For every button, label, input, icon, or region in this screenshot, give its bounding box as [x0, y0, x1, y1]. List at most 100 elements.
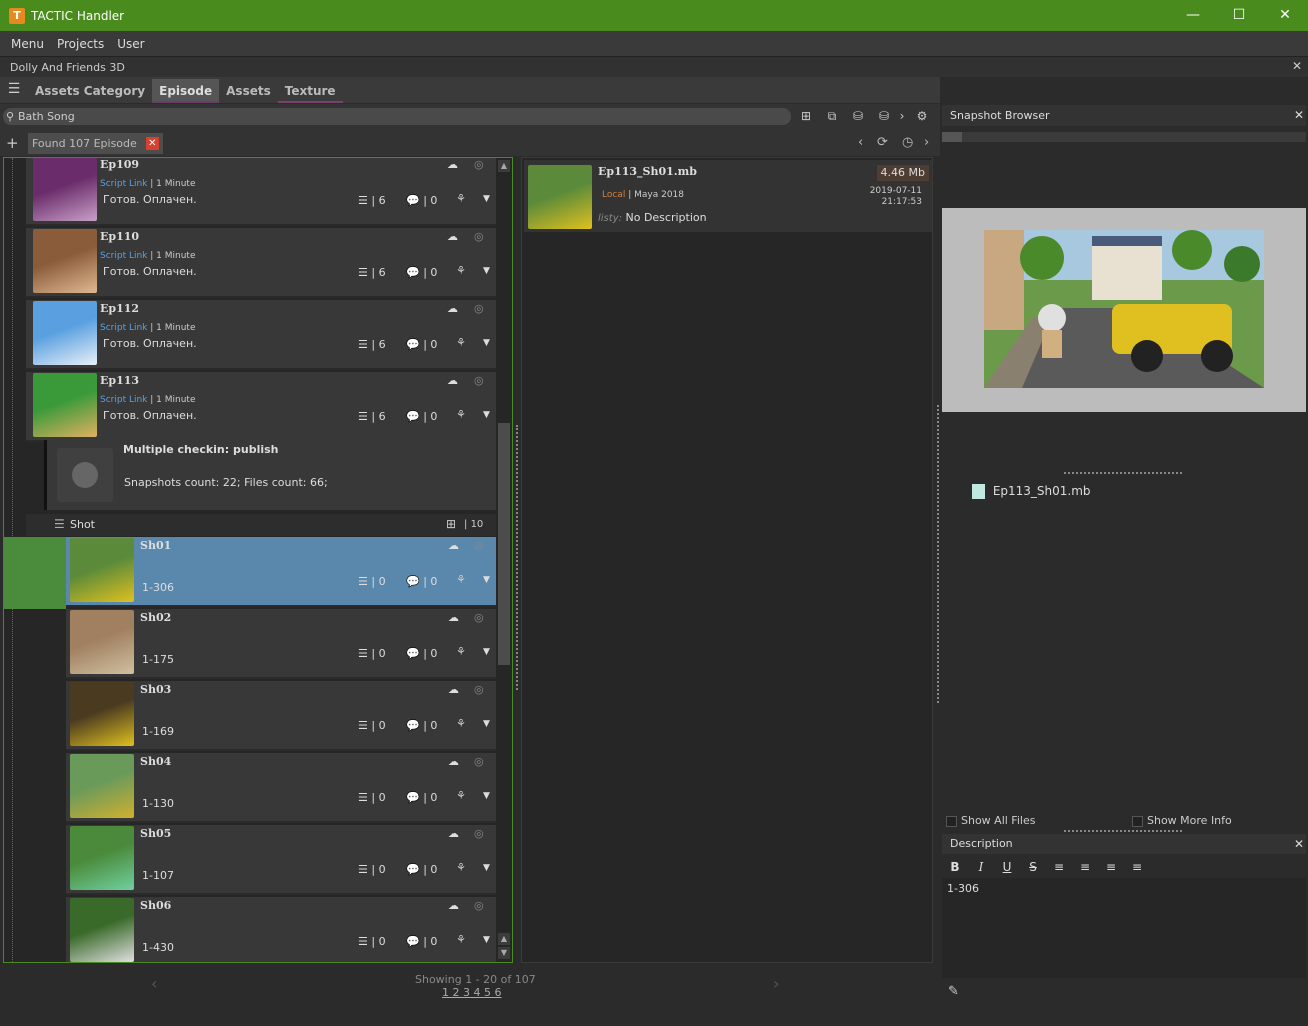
dropdown-arrow-icon[interactable]: ▼	[483, 194, 490, 204]
splitter-right[interactable]	[937, 405, 939, 703]
tab-assets[interactable]: Assets	[219, 79, 278, 103]
tasks-icon[interactable]: ☰ | 0	[358, 575, 386, 588]
back-icon[interactable]: ‹	[858, 135, 863, 150]
snapshot-browser-close-icon[interactable]: ✕	[1294, 105, 1304, 126]
hierarchy-icon[interactable]: ⚘	[456, 264, 466, 277]
add-tab-icon[interactable]: +	[6, 134, 19, 152]
notes-icon[interactable]: 💬 | 0	[406, 647, 437, 660]
eye-icon[interactable]: ◎	[474, 158, 484, 171]
pencil-icon[interactable]: ✎	[948, 984, 959, 999]
scroll-up-icon[interactable]: ▲	[498, 160, 510, 172]
menu-projects[interactable]: Projects	[57, 37, 104, 51]
italic-button[interactable]: I	[968, 860, 994, 874]
episode-item[interactable]: Ep112 Script Link | 1 Minute Готов. Опла…	[26, 300, 496, 370]
dropdown-arrow-icon[interactable]: ▼	[483, 410, 490, 420]
notes-icon[interactable]: 💬 | 0	[406, 935, 437, 948]
align-right-button[interactable]: ≡	[1098, 860, 1124, 874]
strikethrough-button[interactable]: S	[1020, 860, 1046, 874]
cloud-icon[interactable]: ☁	[448, 683, 459, 696]
cloud-icon[interactable]: ☁	[447, 302, 458, 315]
show-all-files-checkbox[interactable]: Show All Files	[946, 814, 1035, 827]
dropdown-arrow-icon[interactable]: ▼	[483, 266, 490, 276]
cloud-icon[interactable]: ☁	[447, 374, 458, 387]
add-shot-icon[interactable]: ⊞	[446, 517, 456, 531]
description-close-icon[interactable]: ✕	[1294, 834, 1304, 854]
results-close-icon[interactable]: ✕	[145, 137, 159, 150]
prev-page-icon[interactable]: ‹	[151, 974, 157, 993]
forward-icon[interactable]: ›	[924, 135, 929, 150]
eye-icon[interactable]: ◎	[474, 539, 484, 552]
menu-user[interactable]: User	[117, 37, 144, 51]
shot-item[interactable]: Sh04 1-130 ☁ ◎ ☰ | 0 💬 | 0 ⚘ ▼	[66, 753, 496, 823]
eye-icon[interactable]: ◎	[474, 302, 484, 315]
notes-icon[interactable]: 💬 | 0	[406, 791, 437, 804]
scroll-down-icon[interactable]: ▼	[498, 947, 510, 959]
minimize-button[interactable]: —	[1170, 0, 1216, 31]
align-justify-button[interactable]: ≡	[1124, 860, 1150, 874]
checkin-item[interactable]: Multiple checkin: publish Snapshots coun…	[44, 440, 496, 510]
splitter-description[interactable]	[1064, 830, 1182, 832]
pager-pages[interactable]: 1 2 3 4 5 6	[442, 986, 501, 999]
snapshot-item[interactable]: Ep113_Sh01.mb 4.46 Mb 2019-07-11 21:17:53…	[524, 160, 932, 232]
notes-icon[interactable]: 💬 | 0	[406, 266, 437, 279]
description-editor[interactable]: 1-306	[942, 878, 1306, 978]
gear-icon[interactable]: ⚙	[914, 108, 930, 124]
show-more-info-checkbox[interactable]: Show More Info	[1132, 814, 1232, 827]
tasks-icon[interactable]: ☰ | 6	[358, 338, 386, 351]
tasks-icon[interactable]: ☰ | 6	[358, 194, 386, 207]
hierarchy-icon[interactable]: ⚘	[456, 573, 466, 586]
close-button[interactable]: ✕	[1262, 0, 1308, 31]
hierarchy-icon[interactable]: ⚘	[456, 192, 466, 205]
cloud-icon[interactable]: ☁	[448, 827, 459, 840]
eye-icon[interactable]: ◎	[474, 611, 484, 624]
dropdown-arrow-icon[interactable]: ▼	[483, 647, 490, 657]
tab-episode[interactable]: Episode	[152, 79, 220, 103]
tasks-icon[interactable]: ☰ | 0	[358, 863, 386, 876]
results-tab[interactable]: Found 107 Episode ✕	[28, 133, 163, 154]
tasks-icon[interactable]: ☰ | 0	[358, 935, 386, 948]
hierarchy-icon[interactable]: ⚘	[456, 336, 466, 349]
episode-item[interactable]: Ep113 Script Link | 1 Minute Готов. Опла…	[26, 372, 496, 442]
project-close-icon[interactable]: ✕	[1292, 59, 1302, 73]
scroll-thumb[interactable]	[498, 423, 510, 665]
underline-button[interactable]: U	[994, 860, 1020, 874]
shot-item[interactable]: Sh02 1-175 ☁ ◎ ☰ | 0 💬 | 0 ⚘ ▼	[66, 609, 496, 679]
refresh-icon[interactable]: ⟳	[877, 135, 888, 150]
cloud-icon[interactable]: ☁	[448, 755, 459, 768]
database-add-icon[interactable]: ⛁	[850, 108, 866, 124]
bold-button[interactable]: B	[942, 860, 968, 874]
cloud-icon[interactable]: ☁	[448, 611, 459, 624]
eye-icon[interactable]: ◎	[474, 374, 484, 387]
scroll-up-icon-bottom[interactable]: ▲	[498, 933, 510, 945]
notes-icon[interactable]: 💬 | 0	[406, 338, 437, 351]
search-input[interactable]: ⚲ Bath Song	[3, 108, 791, 125]
shot-item[interactable]: Sh01 1-306 ☁ ◎ ☰ | 0 💬 | 0 ⚘ ▼	[66, 537, 496, 607]
cloud-icon[interactable]: ☁	[448, 539, 459, 552]
notes-icon[interactable]: 💬 | 0	[406, 575, 437, 588]
tab-texture[interactable]: Texture	[277, 79, 343, 103]
add-multiple-icon[interactable]: ⧉	[824, 108, 840, 124]
cloud-icon[interactable]: ☁	[447, 158, 458, 171]
notes-icon[interactable]: 💬 | 0	[406, 194, 437, 207]
maximize-button[interactable]: ☐	[1216, 0, 1262, 31]
add-item-icon[interactable]: ⊞	[798, 108, 814, 124]
tab-assets-category[interactable]: Assets Category	[28, 79, 152, 103]
list-scrollbar[interactable]: ▲ ▲ ▼	[497, 158, 511, 962]
dropdown-arrow-icon[interactable]: ▼	[483, 791, 490, 801]
hierarchy-icon[interactable]: ⚘	[456, 933, 466, 946]
menu-menu[interactable]: Menu	[11, 37, 44, 51]
hamburger-menu-icon[interactable]: ☰	[0, 77, 28, 103]
dropdown-arrow-icon[interactable]: ▼	[483, 338, 490, 348]
cloud-icon[interactable]: ☁	[447, 230, 458, 243]
episode-item[interactable]: Ep109 Script Link | 1 Minute Готов. Опла…	[26, 158, 496, 226]
eye-icon[interactable]: ◎	[474, 230, 484, 243]
next-page-icon[interactable]: ›	[773, 974, 779, 993]
tasks-icon[interactable]: ☰ | 6	[358, 410, 386, 423]
database-search-icon[interactable]: ⛁	[876, 108, 892, 124]
shot-group-row[interactable]: ☰ Shot ⊞ | 10	[26, 514, 496, 536]
hierarchy-icon[interactable]: ⚘	[456, 861, 466, 874]
hierarchy-icon[interactable]: ⚘	[456, 717, 466, 730]
eye-icon[interactable]: ◎	[474, 755, 484, 768]
hierarchy-icon[interactable]: ⚘	[456, 645, 466, 658]
notes-icon[interactable]: 💬 | 0	[406, 863, 437, 876]
